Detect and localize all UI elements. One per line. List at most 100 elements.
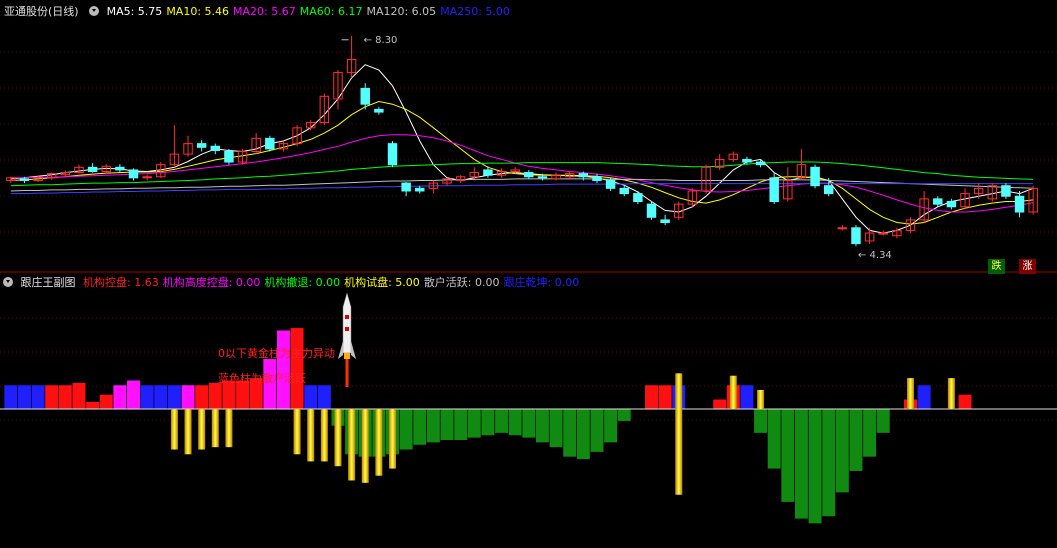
candle-down [605, 179, 616, 189]
indicator-legend-item-5: 跟庄乾坤: 0.00 [503, 276, 580, 289]
indicator-bar-green [863, 409, 877, 457]
candle-down [1014, 195, 1025, 213]
indicator-bar-green [576, 409, 590, 460]
main-header: 亚通股份(日线) MA5: 5.75 MA10: 5.46 MA20: 5.67 MA… [0, 4, 518, 20]
sub-header: 跟庄王副图 机构控盘: 1.63 机构高度控盘: 0.00 机构撤退: 0.00 机构… [0, 275, 587, 291]
candle-down [646, 203, 657, 218]
stock-title[interactable]: 亚通股份(日线) [4, 5, 79, 18]
gold-bar [170, 409, 178, 450]
gold-bar [361, 409, 369, 483]
ma-legend-item-4: MA120: 6.05 [366, 5, 437, 18]
gold-bar [729, 375, 737, 410]
gold-bar [675, 373, 683, 410]
indicator-bar-green [781, 409, 795, 502]
ma-legend-item-2: MA20: 5.67 [233, 5, 296, 18]
candle-down [946, 201, 957, 208]
candle-down [769, 177, 779, 202]
indicator-bar-magenta [127, 380, 140, 410]
candle-down [196, 143, 207, 148]
indicator-bar-red [713, 399, 727, 410]
candle-down [633, 193, 643, 202]
indicator-bar-green [508, 409, 522, 436]
chart-canvas: ← 8.30 ← 4.34 [0, 35, 1057, 524]
indicator-bar-green [426, 409, 440, 443]
indicator-bar-green [495, 409, 509, 433]
candle-down [87, 166, 98, 173]
indicator-bar-red [208, 382, 222, 410]
annotation-gold-bars: 0以下黄金柱为主力异动 [218, 347, 335, 360]
high-label: ← 8.30 [364, 35, 398, 46]
indicator-bar-green [399, 409, 413, 450]
indicator-bar-blue [4, 385, 18, 410]
ma-legend: MA5: 5.75 MA10: 5.46 MA20: 5.67 MA60: 6.17 M… [107, 5, 514, 18]
indicator-bar-green [535, 409, 549, 443]
stock-chart-window: ← 8.30 ← 4.34 亚通股份(日线) MA5: 5.75 MA10: 5.4… [0, 0, 1057, 548]
indicator-bar-red [958, 394, 972, 410]
gold-bar [225, 409, 233, 448]
indicator-bar-green [590, 409, 604, 452]
ma-line-ma5 [10, 64, 1034, 234]
candle-down [810, 166, 820, 187]
indicator-bar-red [195, 385, 209, 410]
indicator-bar-green [413, 409, 427, 445]
down-badge[interactable]: 跌 [988, 259, 1005, 274]
up-badge[interactable]: 涨 [1019, 259, 1036, 274]
indicator-bar-green [822, 409, 836, 517]
candle-down [823, 185, 834, 195]
dropdown-icon[interactable] [89, 6, 100, 16]
indicator-bar-blue [317, 385, 331, 410]
dropdown-icon[interactable] [3, 277, 13, 287]
indicator-bar-green [454, 409, 468, 440]
indicator-bar-red [658, 385, 672, 410]
low-label: ← 4.34 [858, 250, 892, 261]
gold-bar [375, 409, 383, 476]
gold-bar [907, 378, 914, 410]
indicator-legend-item-2: 机构撤退: 0.00 [264, 276, 341, 289]
indicator-bar-green [876, 409, 890, 433]
indicator-bar-blue [17, 385, 31, 410]
candle-down [401, 182, 411, 192]
indicator-bar-green [767, 409, 781, 469]
candle-up [837, 227, 848, 230]
indicator-bar-green [604, 409, 618, 443]
indicator-bar-red [99, 394, 113, 410]
gold-bar [348, 409, 356, 481]
gold-bar [334, 409, 342, 467]
candle-down [1001, 185, 1011, 197]
indicator-bar-green [754, 409, 768, 433]
gold-bar [211, 409, 219, 448]
candle-down [128, 169, 139, 179]
indicator-bar-red [290, 328, 304, 410]
indicator-bar-green [522, 409, 536, 438]
indicator-bar-blue [140, 385, 154, 410]
candle-down [742, 158, 752, 163]
indicator-bar-green [617, 409, 631, 421]
indicator-legend-item-3: 机构试盘: 5.00 [344, 276, 420, 289]
ma-legend-item-1: MA10: 5.46 [166, 5, 230, 18]
indicator-bar-blue [31, 385, 45, 410]
candle-down [537, 176, 548, 179]
ma-legend-item-5: MA250: 5.00 [440, 5, 510, 18]
candle-down [755, 161, 766, 166]
indicator-bar-blue [154, 385, 168, 410]
indicator-bar-green [563, 409, 577, 457]
candle-down [210, 145, 221, 151]
indicator-legend-item-4: 散户活跃: 0.00 [423, 276, 500, 289]
gold-bar [947, 378, 955, 410]
indicator-title[interactable]: 跟庄王副图 [21, 276, 76, 289]
candle-down [360, 87, 370, 105]
indicator-bar-green [835, 409, 849, 493]
gold-bar [320, 409, 328, 462]
gold-bar [198, 409, 206, 450]
indicator-bar-green [794, 409, 808, 519]
indicator-bar-blue [304, 385, 318, 410]
indicator-bar-red [58, 385, 72, 410]
candle-down [374, 108, 384, 113]
candle-down [578, 173, 589, 178]
indicator-bar-red [45, 385, 59, 410]
candle-down [115, 166, 125, 171]
candle-down [660, 219, 670, 224]
indicator-bar-green [849, 409, 863, 471]
candle-down [851, 227, 861, 245]
annotation-blue-bars: 蓝色柱为散户活跃 [218, 372, 306, 385]
